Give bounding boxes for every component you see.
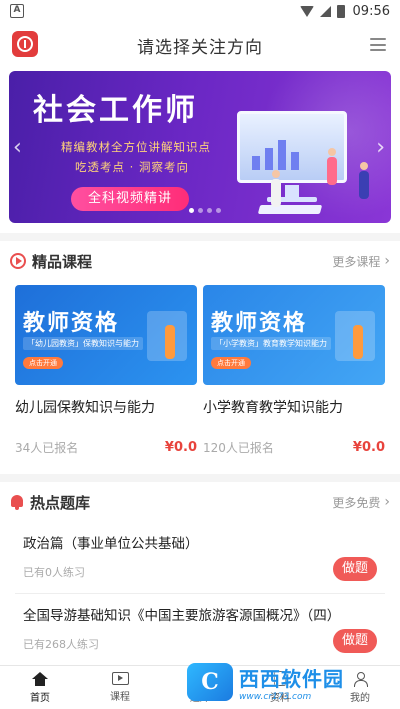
list-item[interactable]: 政治篇（事业单位公共基础） 已有0人练习 做题 (15, 522, 385, 594)
course-name[interactable]: 幼儿园保教知识与能力 (15, 397, 197, 417)
notification-icon: A (10, 4, 24, 18)
watermark-url: www.cr173.com (239, 691, 312, 702)
app-header: 请选择关注方向 (0, 22, 400, 68)
thumbnail-tag: 「幼儿园教资」保教知识与能力 (23, 337, 143, 350)
course-thumbnail[interactable]: 教师资格 「幼儿园教资」保教知识与能力 点击开通 (15, 285, 197, 385)
bell-icon (10, 494, 24, 510)
page-title[interactable]: 请选择关注方向 (137, 33, 263, 58)
more-free-link[interactable]: 更多免费 › (332, 494, 390, 511)
battery-icon (336, 4, 345, 18)
section-title: 热点题库 (30, 493, 91, 512)
thumbnail-tag: 「小学教资」教育教学知识能力 (211, 337, 331, 350)
wifi-icon (299, 5, 314, 17)
question-title[interactable]: 政治篇（事业单位公共基础） (23, 532, 377, 552)
more-free-label: 更多免费 (332, 495, 381, 510)
section-title: 精品课程 (32, 252, 93, 271)
tab-home[interactable]: 首页 (0, 666, 80, 709)
question-bank-section: 热点题库 更多免费 › 政治篇（事业单位公共基础） 已有0人练习 做题 全国导游… (0, 482, 400, 666)
carousel-dot[interactable] (216, 208, 221, 213)
thumbnail-button: 点击开通 (211, 357, 251, 369)
course-card[interactable]: 教师资格 「幼儿园教资」保教知识与能力 点击开通 幼儿园保教知识与能力 34人已… (15, 285, 197, 474)
banner-container: 社会工作师 精编教材全方位讲解知识点 吃透考点 · 洞察考向 全科视频精讲 ‹ … (0, 68, 400, 233)
banner-tagline-1: 精编教材全方位讲解知识点 (61, 140, 211, 154)
home-icon (32, 671, 48, 686)
banner-cta-button[interactable]: 全科视频精讲 (71, 187, 189, 211)
section-header: 精品课程 更多课程 › (0, 241, 400, 281)
course-price: ¥0.0 (164, 440, 197, 455)
practice-button[interactable]: 做题 (333, 557, 377, 581)
watermark-text: 西西软件园 (239, 666, 344, 691)
enrollment-count: 34人已报名 (15, 441, 79, 455)
promo-banner[interactable]: 社会工作师 精编教材全方位讲解知识点 吃透考点 · 洞察考向 全科视频精讲 ‹ … (9, 71, 391, 223)
course-price: ¥0.0 (352, 440, 385, 455)
thumbnail-title: 教师资格 (211, 311, 308, 336)
carousel-dot[interactable] (207, 208, 212, 213)
practice-count: 已有268人练习 (23, 638, 99, 651)
play-circle-icon (10, 253, 26, 269)
thumbnail-title: 教师资格 (23, 311, 120, 336)
chevron-right-icon: › (384, 494, 390, 510)
banner-next-arrow-icon[interactable]: › (376, 135, 385, 160)
practice-button[interactable]: 做题 (333, 629, 377, 653)
keyboard-illustration (257, 205, 323, 214)
banner-prev-arrow-icon[interactable]: ‹ (13, 135, 22, 160)
carousel-dot[interactable] (189, 208, 194, 213)
person-illustration (271, 170, 281, 207)
site-watermark: C 西西软件园 www.cr173.com (187, 661, 392, 703)
signal-icon (319, 5, 331, 17)
person-illustration (165, 325, 175, 359)
tab-label: 课程 (110, 692, 130, 703)
section-header: 热点题库 更多免费 › (0, 482, 400, 522)
featured-courses-section: 精品课程 更多课程 › 教师资格 「幼儿园教资」保教知识与能力 点击开通 幼儿园… (0, 241, 400, 474)
person-illustration (359, 162, 369, 199)
carousel-dot[interactable] (198, 208, 203, 213)
monitor-stand-illustration (285, 185, 299, 197)
course-name[interactable]: 小学教育教学知识能力 (203, 397, 385, 417)
banner-title: 社会工作师 (33, 93, 198, 128)
banner-tagline-2: 吃透考点 · 洞察考向 (75, 160, 189, 174)
enrollment-count: 120人已报名 (203, 441, 274, 455)
person-illustration (327, 148, 337, 185)
course-thumbnail[interactable]: 教师资格 「小学教资」教育教学知识能力 点击开通 (203, 285, 385, 385)
chevron-right-icon: › (384, 253, 390, 269)
status-bar: A 09:56 (0, 0, 400, 22)
carousel-indicator[interactable] (189, 208, 221, 213)
thumbnail-button: 点击开通 (23, 357, 63, 369)
tab-courses[interactable]: 课程 (80, 666, 160, 709)
more-courses-link[interactable]: 更多课程 › (332, 253, 390, 270)
hamburger-menu-icon[interactable] (370, 38, 386, 51)
list-item[interactable]: 全国导游基础知识《中国主要旅游客源国概况》（四） 已有268人练习 做题 (15, 594, 385, 666)
clock: 09:56 (352, 3, 390, 19)
question-list: 政治篇（事业单位公共基础） 已有0人练习 做题 全国导游基础知识《中国主要旅游客… (0, 522, 400, 666)
person-illustration (353, 325, 363, 359)
watermark-logo-icon: C (187, 663, 233, 701)
question-title[interactable]: 全国导游基础知识《中国主要旅游客源国概况》（四） (23, 604, 377, 624)
practice-count: 已有0人练习 (23, 566, 85, 579)
app-logo-icon[interactable] (12, 31, 38, 57)
course-card[interactable]: 教师资格 「小学教资」教育教学知识能力 点击开通 小学教育教学知识能力 120人… (203, 285, 385, 474)
more-courses-label: 更多课程 (332, 254, 381, 269)
play-video-icon (111, 672, 129, 685)
tab-label: 首页 (30, 692, 50, 704)
